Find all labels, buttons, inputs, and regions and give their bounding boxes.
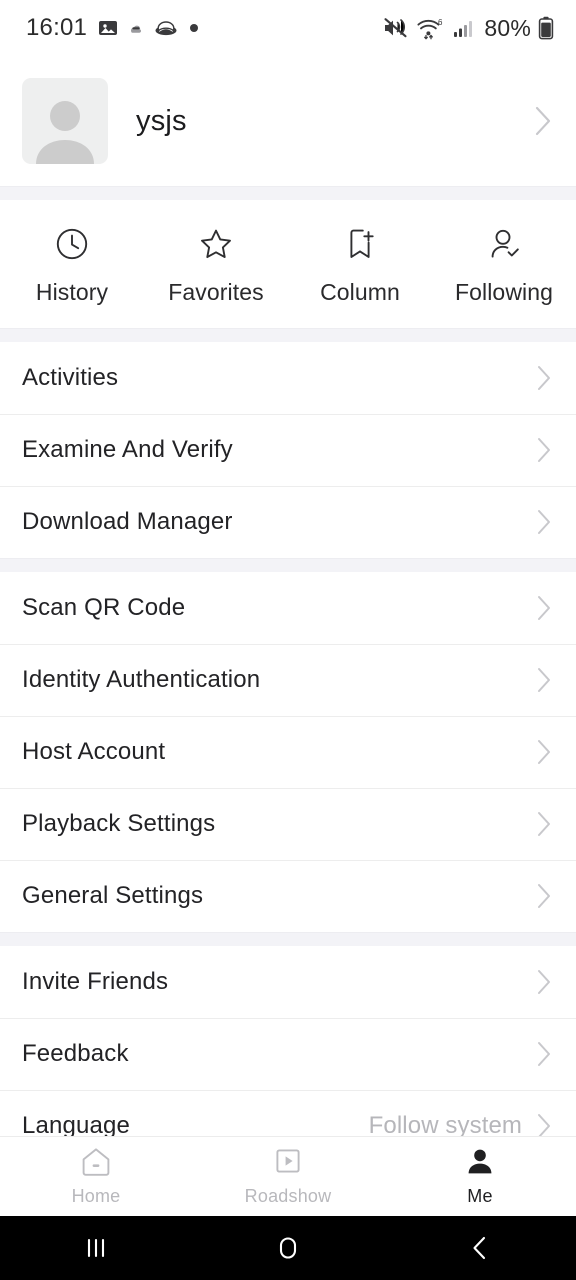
- chevron-right-icon[interactable]: [532, 104, 554, 138]
- person-filled-icon: [463, 1146, 497, 1178]
- menu-row-label: Invite Friends: [22, 968, 169, 995]
- menu-row-activities[interactable]: Activities: [0, 342, 576, 414]
- home-circle-icon: [272, 1233, 304, 1263]
- tab-home[interactable]: Home: [0, 1146, 192, 1207]
- menu-row-label: General Settings: [22, 882, 204, 909]
- profile-header-row[interactable]: ysjs: [0, 56, 576, 186]
- menu-row-label: Playback Settings: [22, 810, 216, 837]
- menu-row-feedback[interactable]: Feedback: [0, 1018, 576, 1090]
- tab-label: Roadshow: [244, 1186, 332, 1206]
- recents-button[interactable]: [0, 1234, 192, 1262]
- status-bar: 16:01 6 80%: [0, 0, 576, 56]
- quick-action-history[interactable]: History: [0, 226, 144, 306]
- quick-action-following[interactable]: Following: [432, 226, 576, 306]
- section-divider-band: [0, 186, 576, 200]
- menu-row-examine-and-verify[interactable]: Examine And Verify: [0, 414, 576, 486]
- quick-action-favorites[interactable]: Favorites: [144, 226, 288, 306]
- menu-group: Invite Friends Feedback Language Follow …: [0, 946, 576, 1146]
- menu-group: Scan QR Code Identity Authentication Hos…: [0, 572, 576, 932]
- chevron-left-icon: [464, 1233, 496, 1263]
- battery-icon: [538, 16, 554, 40]
- menu-row-invite-friends[interactable]: Invite Friends: [0, 946, 576, 1018]
- bookmark-plus-icon: [342, 226, 378, 262]
- menu-row-general-settings[interactable]: General Settings: [0, 860, 576, 932]
- quick-action-label: History: [35, 279, 109, 305]
- photo-icon: [98, 18, 118, 38]
- menu-row-label: Examine And Verify: [22, 436, 233, 463]
- cellular-signal-icon: [453, 17, 477, 39]
- chevron-right-icon: [534, 435, 554, 465]
- star-icon: [198, 226, 234, 262]
- section-divider-band: [0, 932, 576, 946]
- avatar[interactable]: [22, 78, 108, 164]
- quick-action-label: Following: [454, 279, 554, 305]
- menu-row-label: Feedback: [22, 1040, 129, 1067]
- chevron-right-icon: [534, 881, 554, 911]
- chevron-right-icon: [534, 967, 554, 997]
- chevron-right-icon: [534, 665, 554, 695]
- tab-label: Home: [71, 1186, 121, 1206]
- menu-row-host-account[interactable]: Host Account: [0, 716, 576, 788]
- battery-percent-label: 80%: [484, 14, 531, 41]
- clock-icon: [54, 226, 90, 262]
- quick-action-label: Column: [320, 279, 400, 305]
- chevron-right-icon: [534, 737, 554, 767]
- dot-icon: [189, 23, 199, 33]
- chevron-right-icon: [534, 363, 554, 393]
- menu-row-label: Scan QR Code: [22, 594, 186, 621]
- quick-action-column[interactable]: Column: [288, 226, 432, 306]
- person-check-icon: [486, 226, 522, 262]
- chevron-right-icon: [534, 593, 554, 623]
- home-icon: [79, 1146, 113, 1178]
- mute-icon: [383, 17, 409, 39]
- svg-text:6: 6: [438, 18, 443, 27]
- chevron-right-icon: [534, 809, 554, 839]
- profile-name: ysjs: [136, 104, 187, 137]
- status-clock: 16:01: [26, 14, 88, 41]
- menu-row-download-manager[interactable]: Download Manager: [0, 486, 576, 558]
- settings-scroll-area[interactable]: Activities Examine And Verify Download M…: [0, 342, 576, 1146]
- menu-row-label: Host Account: [22, 738, 166, 765]
- menu-row-label: Identity Authentication: [22, 666, 261, 693]
- section-divider-band: [0, 328, 576, 342]
- chevron-right-icon: [534, 1039, 554, 1069]
- quick-action-label: Favorites: [168, 279, 264, 305]
- tab-label: Me: [467, 1186, 493, 1206]
- menu-group: Activities Examine And Verify Download M…: [0, 342, 576, 558]
- wifi-6-icon: 6: [416, 16, 446, 40]
- quick-actions-row: History Favorites Column Following: [0, 200, 576, 328]
- tab-me[interactable]: Me: [384, 1146, 576, 1207]
- phone-screen: 16:01 6 80% ysjs History Favorites Colum…: [0, 0, 576, 1280]
- status-bar-right: 6 80%: [383, 15, 554, 42]
- back-button[interactable]: [384, 1233, 576, 1263]
- menu-row-label: Activities: [22, 364, 119, 391]
- chevron-right-icon: [534, 507, 554, 537]
- menu-row-scan-qr-code[interactable]: Scan QR Code: [0, 572, 576, 644]
- bottom-tab-bar: Home Roadshow Me: [0, 1136, 576, 1216]
- status-bar-left: 16:01: [26, 14, 199, 42]
- menu-row-identity-authentication[interactable]: Identity Authentication: [0, 644, 576, 716]
- hat-icon: [154, 18, 178, 38]
- play-square-icon: [271, 1146, 305, 1178]
- default-user-avatar-icon: [22, 90, 108, 164]
- android-navigation-bar: [0, 1216, 576, 1280]
- cloud-small-icon: [129, 21, 143, 35]
- recents-icon: [79, 1234, 113, 1262]
- home-button[interactable]: [192, 1233, 384, 1263]
- section-divider-band: [0, 558, 576, 572]
- tab-roadshow[interactable]: Roadshow: [192, 1146, 384, 1207]
- menu-row-playback-settings[interactable]: Playback Settings: [0, 788, 576, 860]
- menu-row-label: Download Manager: [22, 508, 233, 535]
